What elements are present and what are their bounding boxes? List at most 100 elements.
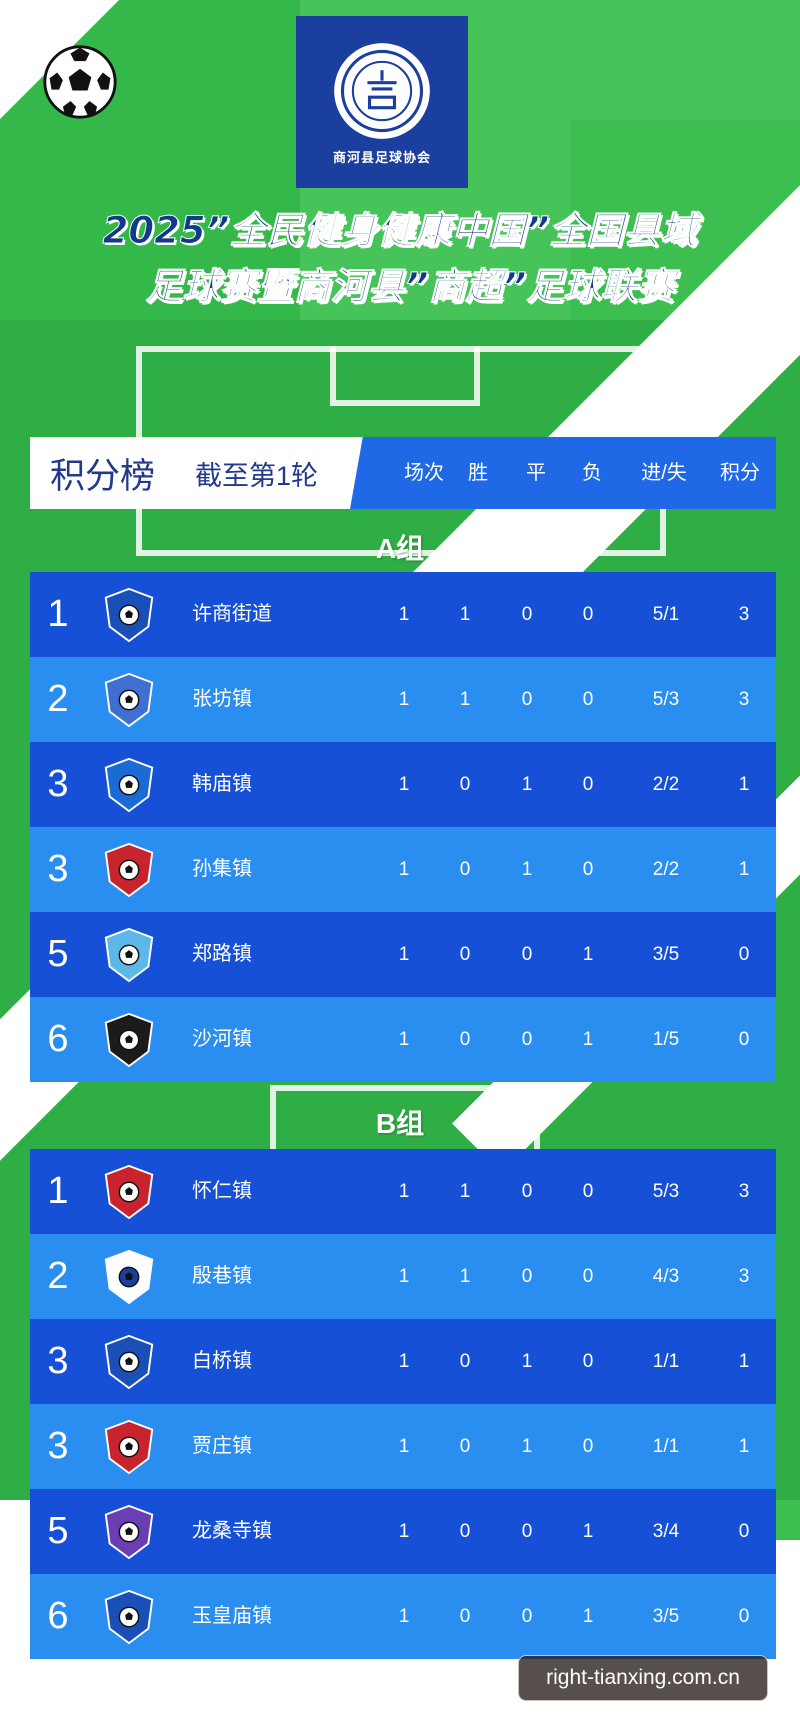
standings-title: 积分榜 [50,456,156,496]
table-row: 韩庙镇 3 1 0 1 0 2/2 1 [30,742,776,827]
drawn-cell: 1 [521,774,533,795]
team-name: 殷巷镇 [192,1265,252,1287]
table-row: 玉皇庙镇 6 1 0 0 1 3/5 0 [30,1574,776,1659]
column-header-lost: 负 [582,462,602,484]
table-row: 怀仁镇 1 1 1 0 0 5/3 3 [30,1149,776,1234]
lost-cell: 1 [582,1606,594,1627]
column-header-goals: 进/失 [641,462,687,484]
played-cell: 1 [398,1266,410,1287]
table-row: 许商街道 1 1 1 0 0 5/1 3 [30,572,776,657]
points-cell: 0 [738,1029,750,1050]
goals-cell: 3/5 [652,944,680,965]
lost-cell: 0 [582,689,594,710]
drawn-cell: 0 [521,1606,533,1627]
rank-cell: 2 [47,678,69,720]
goals-cell: 3/4 [652,1521,680,1542]
group-b-table: 怀仁镇 1 1 1 0 0 5/3 3 殷巷镇 2 1 1 0 0 4/3 3 白桥镇 3 1 0 1 0 1/1 1 贾庄镇 3… [30,1149,776,1659]
standings-title-block: 积分榜 截至第1轮 [30,437,374,509]
goals-cell: 4/3 [652,1266,680,1287]
group-b-label: B组 [375,1108,425,1139]
column-header-drawn: 平 [526,462,546,484]
played-cell: 1 [398,1351,410,1372]
won-cell: 0 [459,1436,471,1457]
red-football-shield-icon [104,1164,154,1220]
team-name: 孙集镇 [192,858,252,880]
rank-cell: 3 [47,1340,69,1382]
lost-cell: 0 [582,774,594,795]
table-row: 白桥镇 3 1 0 1 0 1/1 1 [30,1319,776,1404]
points-cell: 3 [738,689,750,710]
team-name: 郑路镇 [192,943,252,965]
points-cell: 3 [738,604,750,625]
points-cell: 3 [738,1266,750,1287]
lost-cell: 0 [582,1181,594,1202]
rank-cell: 3 [47,1425,69,1467]
played-cell: 1 [398,1521,410,1542]
drawn-cell: 0 [521,1266,533,1287]
lost-cell: 0 [582,1266,594,1287]
table-row: 贾庄镇 3 1 0 1 0 1/1 1 [30,1404,776,1489]
played-cell: 1 [398,604,410,625]
lost-cell: 1 [582,1521,594,1542]
team-name: 怀仁镇 [192,1180,252,1202]
winged-club-icon [104,927,154,983]
rank-cell: 1 [47,593,69,635]
won-cell: 0 [459,1029,471,1050]
rank-cell: 6 [47,1595,69,1637]
drawn-cell: 1 [521,859,533,880]
goals-cell: 5/1 [652,604,680,625]
won-cell: 0 [459,944,471,965]
table-row: 张坊镇 2 1 1 0 0 5/3 3 [30,657,776,742]
football-club-crest-icon [104,1589,154,1645]
won-cell: 1 [459,689,471,710]
won-cell: 1 [459,1266,471,1287]
soccer-ball-icon [43,45,117,119]
points-cell: 1 [738,1436,750,1457]
blue-crown-shield-icon [104,1334,154,1390]
played-cell: 1 [398,689,410,710]
page-title-line-2: 足球赛暨商河县”商超”足球联赛 [145,265,675,309]
drawn-cell: 1 [521,1436,533,1457]
goals-cell: 1/1 [652,1436,680,1457]
page-title-line-1: 2025”全民健身健康中国”全国县域 [102,209,698,253]
points-cell: 1 [738,774,750,795]
drawn-cell: 0 [521,1181,533,1202]
green-shield-icon [104,1012,154,1068]
played-cell: 1 [398,1029,410,1050]
played-cell: 1 [398,1181,410,1202]
team-name: 韩庙镇 [192,773,252,795]
rank-cell: 2 [47,1255,69,1297]
won-cell: 0 [459,774,471,795]
column-header-points: 积分 [720,462,760,484]
won-cell: 0 [459,1351,471,1372]
won-cell: 1 [459,1181,471,1202]
drawn-cell: 1 [521,1351,533,1372]
points-cell: 0 [738,944,750,965]
team-name: 龙桑寺镇 [192,1520,272,1542]
team-name: 沙河镇 [192,1028,252,1050]
table-row: 龙桑寺镇 5 1 0 0 1 3/4 0 [30,1489,776,1574]
played-cell: 1 [398,1436,410,1457]
team-name: 白桥镇 [192,1350,252,1372]
lost-cell: 1 [582,1029,594,1050]
won-cell: 0 [459,1606,471,1627]
lost-cell: 1 [582,944,594,965]
logo-caption: 商河县足球协会 [332,149,431,165]
goals-cell: 1/1 [652,1351,680,1372]
rank-cell: 5 [47,1510,69,1552]
points-cell: 0 [738,1521,750,1542]
rank-cell: 6 [47,1018,69,1060]
team-name: 玉皇庙镇 [192,1605,272,1627]
won-cell: 0 [459,1521,471,1542]
blue-crest-icon [104,672,154,728]
team-name: 张坊镇 [192,688,252,710]
football-shield-icon [104,757,154,813]
group-a-table: 许商街道 1 1 1 0 0 5/1 3 张坊镇 2 1 1 0 0 5/3 3 韩庙镇 3 1 0 1 0 2/2 1 孙集镇… [30,572,776,1082]
association-emblem-icon [334,42,430,139]
column-header-won: 胜 [468,462,488,484]
lost-cell: 0 [582,1351,594,1372]
goals-cell: 2/2 [652,774,680,795]
lost-cell: 0 [582,604,594,625]
rank-cell: 1 [47,1170,69,1212]
points-cell: 1 [738,859,750,880]
